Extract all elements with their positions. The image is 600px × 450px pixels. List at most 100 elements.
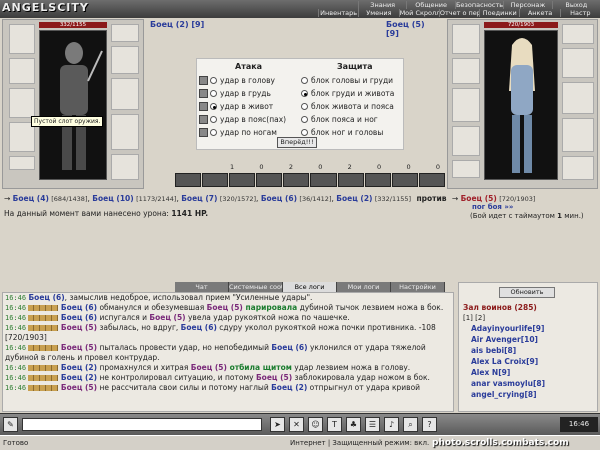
skill-slot-icon[interactable] <box>337 173 364 187</box>
enemy-leggings-slot[interactable] <box>562 118 594 152</box>
clear-icon[interactable]: ✕ <box>289 417 304 432</box>
attack-chest-radio[interactable] <box>210 90 217 97</box>
enemy-weapon-slot[interactable] <box>452 88 480 122</box>
smile-icon[interactable]: ☺ <box>308 417 323 432</box>
weapon-slot[interactable] <box>9 88 35 118</box>
block-chest-stomach-option[interactable]: блок груди и живота <box>301 88 394 99</box>
attack-go-button[interactable]: Вперёд!!! <box>277 137 317 148</box>
tab-my-logs[interactable]: Мои логи <box>337 282 391 292</box>
target-icon <box>199 102 208 111</box>
attack-head-option[interactable]: удар в голову <box>199 75 275 86</box>
menu-knowledge[interactable]: Знания <box>358 1 406 9</box>
enemy-team-member[interactable]: Боец (5) <box>461 194 497 203</box>
skill-slot-icon[interactable] <box>202 173 229 187</box>
team-member[interactable]: Боец (7) <box>181 194 217 203</box>
fight-log-link[interactable]: пог боя »» <box>472 203 513 211</box>
refresh-button[interactable]: Обновить <box>499 287 555 298</box>
block-belt-legs-option[interactable]: блок пояса и ног <box>301 114 378 125</box>
attack-groin-option[interactable]: удар в пояс(пах) <box>199 114 286 125</box>
attack-legs-option[interactable]: удар по ногам <box>199 127 277 138</box>
tab-settings[interactable]: Настройки <box>391 282 445 292</box>
enemy-amulet-slot[interactable] <box>452 58 480 84</box>
user-item[interactable]: ais bebi[8] <box>471 346 516 355</box>
user-item[interactable]: angel_crying[8] <box>471 390 537 399</box>
attack-head-radio[interactable] <box>210 77 217 84</box>
skill-slot-icon[interactable] <box>229 173 256 187</box>
translit-icon[interactable]: T <box>327 417 342 432</box>
chat-mode-icon[interactable]: ✎ <box>3 417 18 432</box>
leggings-slot[interactable] <box>111 114 139 150</box>
send-icon[interactable]: ➤ <box>270 417 285 432</box>
block-belt-legs-radio[interactable] <box>301 116 308 123</box>
boots-slot[interactable] <box>111 154 139 180</box>
menu-exit[interactable]: Выход <box>551 1 600 9</box>
stat-hp-icon: 0 <box>406 163 411 171</box>
tab-chat[interactable]: Чат <box>175 282 229 292</box>
block-stomach-belt-option[interactable]: блок живота и пояса <box>301 101 394 112</box>
enemy-helmet-slot[interactable] <box>452 24 480 54</box>
block-legs-head-radio[interactable] <box>301 129 308 136</box>
skill-slot-icon[interactable] <box>175 173 202 187</box>
help-icon[interactable]: ? <box>422 417 437 432</box>
top-bar: ANGELSCITY Знания Общение Безопасность П… <box>0 0 600 18</box>
search-icon[interactable]: ⌕ <box>403 417 418 432</box>
skill-slot-icon[interactable] <box>256 173 283 187</box>
block-head-chest-option[interactable]: блок головы и груди <box>301 75 393 86</box>
menu-my-scroll[interactable]: Мой Скролл <box>398 9 439 17</box>
chat-input[interactable] <box>22 418 262 431</box>
team-member[interactable]: Боец (4) <box>13 194 49 203</box>
skill-slot-icon[interactable] <box>283 173 310 187</box>
menu-transfer-report[interactable]: Отчет о переводах <box>438 9 479 17</box>
enemy-gloves-slot[interactable] <box>562 48 594 78</box>
friends-icon[interactable]: ♣ <box>346 417 361 432</box>
user-item[interactable]: Air Avenger[10] <box>471 335 538 344</box>
team-member[interactable]: Боец (6) <box>261 194 297 203</box>
ring-slots[interactable] <box>111 24 139 42</box>
block-stomach-belt-radio[interactable] <box>301 103 308 110</box>
tab-all-logs[interactable]: Все логи <box>283 282 337 292</box>
block-head-chest-radio[interactable] <box>301 77 308 84</box>
amulet-slot[interactable] <box>9 58 35 84</box>
shield-slot[interactable] <box>111 78 139 110</box>
enemy-armor-slot[interactable] <box>452 126 480 156</box>
filter-icon[interactable]: ☰ <box>365 417 380 432</box>
skill-slot-icon[interactable] <box>310 173 337 187</box>
enemy-boots-slot[interactable] <box>562 156 594 180</box>
menu-inventory[interactable]: Инвентарь <box>318 9 358 17</box>
team-member[interactable]: Боец (10) <box>92 194 133 203</box>
attack-stomach-radio[interactable] <box>210 103 217 110</box>
attack-groin-radio[interactable] <box>210 116 217 123</box>
my-fighter-name[interactable]: Боец (2) [9] <box>150 20 204 29</box>
sound-icon[interactable]: ♪ <box>384 417 399 432</box>
chat-toolbar: ✎ ➤ ✕ ☺ T ♣ ☰ ♪ ⌕ ? 16:46 <box>0 413 600 435</box>
user-pages[interactable]: [1] [2] <box>463 314 485 322</box>
block-chest-stomach-radio[interactable] <box>301 90 308 97</box>
menu-settings[interactable]: Настр <box>559 9 600 17</box>
enemy-fighter-name[interactable]: Боец (5) [9] <box>386 20 440 38</box>
belt-slot[interactable] <box>9 156 35 170</box>
skill-slot-icon[interactable] <box>418 173 445 187</box>
menu-fights[interactable]: Поединки <box>479 9 519 17</box>
menu-skills[interactable]: Умения <box>358 9 398 17</box>
skill-slot-icon[interactable] <box>391 173 418 187</box>
enemy-ring-slots[interactable] <box>562 24 594 44</box>
attack-stomach-option[interactable]: удар в живот <box>199 101 273 112</box>
skill-slot-icon[interactable] <box>364 173 391 187</box>
team-member[interactable]: Боец (2) <box>336 194 372 203</box>
enemy-shield-slot[interactable] <box>562 82 594 114</box>
menu-profile[interactable]: Анкета <box>519 9 559 17</box>
helmet-slot[interactable] <box>9 24 35 54</box>
empty-weapon-tooltip: Пустой слот оружия. <box>31 116 104 127</box>
user-item[interactable]: Alex La Croix[9] <box>471 357 538 366</box>
menu-communication[interactable]: Общение <box>406 1 454 9</box>
menu-character[interactable]: Персонаж <box>503 1 551 9</box>
enemy-belt-slot[interactable] <box>452 160 480 178</box>
user-item[interactable]: Adayinyourlife[9] <box>471 324 544 333</box>
attack-chest-option[interactable]: удар в грудь <box>199 88 271 99</box>
gloves-slot[interactable] <box>111 46 139 74</box>
attack-legs-radio[interactable] <box>210 129 217 136</box>
user-item[interactable]: Alex N[9] <box>471 368 510 377</box>
tab-system-messages[interactable]: Системные сообщения <box>229 282 283 292</box>
menu-security[interactable]: Безопасность <box>454 1 503 9</box>
user-item[interactable]: anar vasmoylu[8] <box>471 379 545 388</box>
